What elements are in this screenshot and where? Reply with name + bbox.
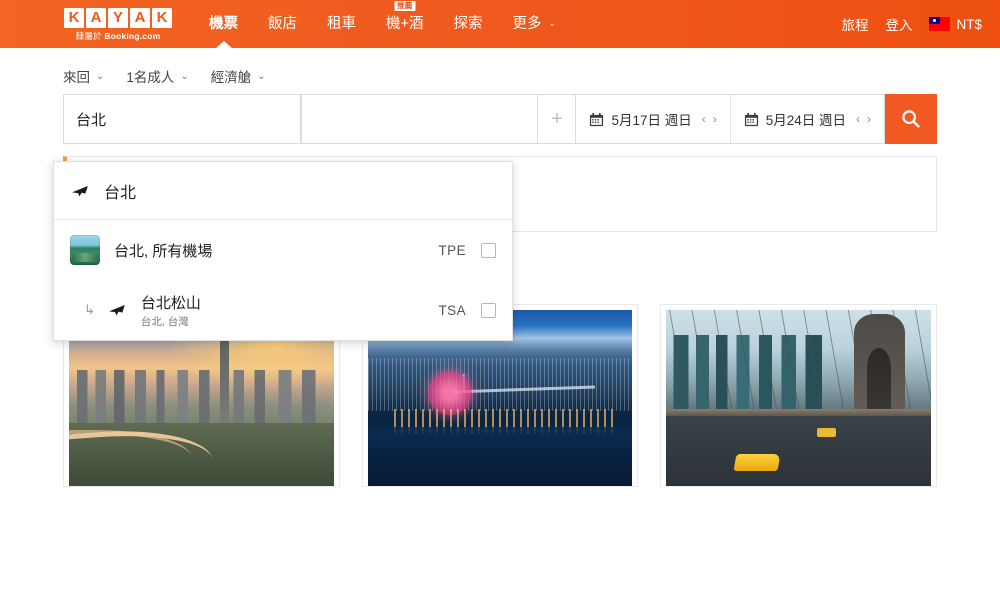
autocomplete-option-city[interactable]: 台北, 所有機場 TPE [54, 220, 512, 280]
option-checkbox[interactable] [481, 302, 496, 318]
chevron-down-icon: ⌄ [548, 18, 557, 28]
logo-subtitle: 隸屬於 Booking.com [76, 30, 161, 42]
autocomplete-search-input[interactable]: 台北 [54, 162, 512, 220]
chevron-down-icon: ⌄ [257, 70, 266, 82]
photo-city-lights [367, 357, 633, 411]
autocomplete-option-airport[interactable]: ↳ 台北松山 台北, 台灣 TSA [54, 280, 512, 340]
logo-letter: K [64, 7, 84, 28]
nav-label: 機+酒 [386, 16, 424, 32]
main-nav: 機票 飯店 租車 推薦 機+酒 探索 更多 ⌄ [194, 0, 571, 49]
photo-yellow-taxi-far [817, 428, 837, 438]
filter-trip-type[interactable]: 來回 ⌄ [63, 66, 104, 86]
return-next-day-button[interactable]: › [867, 112, 871, 126]
return-prev-day-button[interactable]: ‹ [856, 112, 860, 126]
filter-label: 經濟艙 [210, 70, 252, 85]
brooklyn-bridge-photo [666, 310, 932, 487]
autocomplete-input-value: 台北 [104, 184, 137, 202]
chevron-down-icon: ⌄ [96, 70, 105, 82]
search-filters: 來回 ⌄ 1名成人 ⌄ 經濟艙 ⌄ [0, 48, 1000, 94]
nav-label: 機票 [209, 16, 238, 32]
photo-railing [666, 408, 932, 416]
filter-label: 1名成人 [126, 70, 175, 85]
nav-label: 飯店 [268, 16, 297, 32]
logo-letter: A [86, 7, 106, 28]
calendar-icon [590, 112, 604, 126]
search-icon [902, 110, 920, 128]
destination-input[interactable] [300, 94, 539, 144]
origin-autocomplete-dropdown: 台北 台北, 所有機場 TPE ↳ 台北松山 台北, 台灣 TSA [53, 161, 513, 341]
option-sublabel: 台北, 台灣 [140, 315, 189, 328]
signin-link[interactable]: 登入 [885, 14, 912, 34]
option-code: TSA [438, 302, 466, 318]
option-label: 台北松山 台北, 台灣 [141, 292, 201, 329]
nav-item-explore[interactable]: 探索 [438, 0, 497, 48]
logo-tiles: K A Y A K [64, 7, 172, 28]
date-fields: 5月17日 週日 ‹ › 5月24日 週日 ‹ › [576, 94, 885, 144]
search-zone: 來回 ⌄ 1名成人 ⌄ 經濟艙 ⌄ 台北 + 5月17日 週日 ‹ › 5月24… [0, 48, 1000, 341]
nav-item-packages[interactable]: 推薦 機+酒 [371, 0, 438, 48]
logo-sub-prefix: 隸屬於 [75, 30, 105, 41]
search-bar: 台北 + 5月17日 週日 ‹ › 5月24日 週日 ‹ › [63, 94, 937, 144]
filter-label: 來回 [63, 70, 90, 85]
airplane-icon [72, 185, 88, 196]
photo-skyline [69, 370, 334, 431]
return-date-steppers: ‹ › [856, 112, 871, 126]
depart-date-value: 5月17日 週日 [611, 113, 692, 128]
currency-label: NT$ [956, 16, 982, 32]
filter-cabin-class[interactable]: 經濟艙 ⌄ [211, 66, 266, 86]
photo-yellow-taxi [733, 453, 781, 471]
logo-letter: K [152, 7, 172, 28]
depart-date-steppers: ‹ › [702, 112, 717, 126]
calendar-icon [744, 112, 758, 126]
nav-item-flights[interactable]: 機票 [194, 0, 253, 49]
nav-label: 更多 [512, 16, 542, 32]
option-code: TPE [438, 242, 466, 258]
trips-link[interactable]: 旅程 [841, 14, 868, 34]
plus-icon: + [551, 107, 563, 130]
currency-selector[interactable]: NT$ [929, 17, 982, 32]
logo-letter: Y [108, 7, 128, 28]
logo-letter: A [130, 7, 150, 28]
return-date-field[interactable]: 5月24日 週日 ‹ › [729, 95, 884, 143]
nav-label: 租車 [327, 16, 356, 32]
photo-water [367, 426, 633, 487]
origin-input[interactable]: 台北 [63, 94, 301, 144]
nav-item-more[interactable]: 更多 ⌄ [497, 0, 571, 48]
header-right-group: 旅程 登入 NT$ [841, 14, 982, 34]
chevron-down-icon: ⌄ [180, 70, 189, 82]
origin-value: 台北 [76, 111, 107, 129]
filter-travelers[interactable]: 1名成人 ⌄ [126, 66, 188, 86]
city-thumbnail [70, 235, 100, 265]
depart-next-day-button[interactable]: › [713, 112, 717, 126]
return-date-value: 5月24日 週日 [765, 113, 846, 128]
airplane-icon [108, 305, 125, 316]
nav-label: 探索 [453, 16, 483, 32]
kayak-logo[interactable]: K A Y A K 隸屬於 Booking.com [64, 7, 172, 42]
option-title: 台北松山 [140, 294, 201, 312]
depart-date-field[interactable]: 5月17日 週日 ‹ › [576, 95, 729, 143]
nav-badge: 推薦 [394, 1, 416, 11]
taiwan-flag-icon [929, 17, 951, 31]
nav-item-cars[interactable]: 租車 [312, 0, 371, 48]
destination-card[interactable] [660, 304, 938, 488]
depart-prev-day-button[interactable]: ‹ [702, 112, 706, 126]
nav-item-hotels[interactable]: 飯店 [253, 0, 312, 48]
option-label: 台北, 所有機場 [114, 242, 213, 260]
search-button[interactable] [885, 94, 937, 144]
site-header: K A Y A K 隸屬於 Booking.com 機票 飯店 租車 推薦 機+… [0, 0, 1000, 49]
option-checkbox[interactable] [481, 242, 496, 258]
logo-sub-brand: Booking.com [104, 30, 161, 41]
add-flight-button[interactable]: + [538, 94, 577, 144]
subitem-arrow-icon: ↳ [84, 302, 95, 317]
photo-roadway [666, 412, 932, 487]
